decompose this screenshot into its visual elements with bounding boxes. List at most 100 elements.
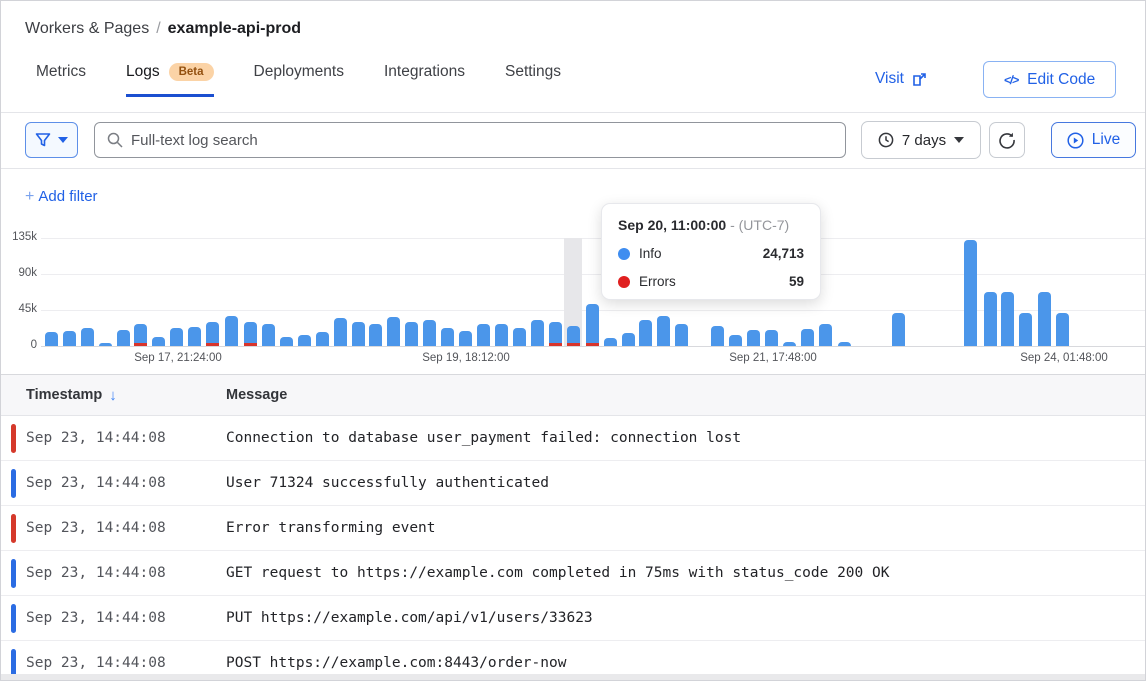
chart-bar[interactable] (984, 292, 997, 346)
search-box (94, 122, 846, 158)
add-filter-button[interactable]: +Add filter (25, 188, 98, 206)
chart-bar[interactable] (495, 324, 508, 346)
live-button[interactable]: Live (1051, 122, 1136, 158)
chart-bar[interactable] (316, 332, 329, 346)
severity-indicator-info (11, 604, 16, 633)
chart-bar[interactable] (1038, 292, 1051, 346)
chart-bar[interactable] (387, 317, 400, 346)
chart-bar[interactable] (134, 324, 147, 346)
sort-descending-icon[interactable]: ↓ (109, 387, 117, 404)
chart-bar[interactable] (783, 342, 796, 346)
chart-bar[interactable] (604, 338, 617, 346)
chart-bar[interactable] (45, 332, 58, 346)
chart-bar[interactable] (334, 318, 347, 346)
chart-tooltip: Sep 20, 11:00:00 - (UTC-7) Info 24,713 E… (601, 203, 821, 300)
chart-bar[interactable] (188, 327, 201, 346)
chart-bar-errors-segment (206, 343, 219, 346)
chart-bar[interactable] (262, 324, 275, 346)
chart-bar[interactable] (225, 316, 238, 346)
chart-bar[interactable] (81, 328, 94, 346)
refresh-button[interactable] (989, 122, 1025, 158)
chevron-down-icon (58, 137, 68, 143)
tab-integrations[interactable]: Integrations (384, 63, 465, 97)
chart-bar[interactable] (586, 304, 599, 346)
chart-bar[interactable] (765, 330, 778, 346)
chart-bar[interactable] (170, 328, 183, 346)
chart-bar[interactable] (298, 335, 311, 346)
visit-link[interactable]: Visit (875, 70, 927, 88)
x-axis-line (41, 346, 1146, 347)
chart-bar[interactable] (477, 324, 490, 346)
chart-bar[interactable] (117, 330, 130, 346)
edit-code-button[interactable]: </> Edit Code (983, 61, 1116, 98)
log-message: User 71324 successfully authenticated (201, 475, 549, 491)
filter-button[interactable] (25, 122, 78, 158)
breadcrumb-separator: / (156, 20, 160, 37)
footer-strip (1, 674, 1146, 680)
chart-bar[interactable] (819, 324, 832, 346)
chart-bar[interactable] (1056, 313, 1069, 346)
chart-bar[interactable] (513, 328, 526, 346)
table-row[interactable]: Sep 23, 14:44:08Error transforming event (1, 506, 1146, 551)
tab-metrics[interactable]: Metrics (36, 63, 86, 97)
tab-logs[interactable]: Logs Beta (126, 63, 214, 97)
search-input[interactable] (131, 132, 833, 149)
external-link-icon (912, 72, 927, 87)
tab-settings-label: Settings (505, 63, 561, 81)
log-volume-chart: 045k90k135kSep 17, 21:24:00Sep 19, 18:12… (1, 226, 1146, 374)
chart-bar[interactable] (729, 335, 742, 346)
tooltip-errors-label: Errors (639, 274, 676, 289)
tooltip-info-row: Info 24,713 (618, 246, 804, 261)
chart-bar-errors-segment (567, 343, 580, 346)
tab-bar: Metrics Logs Beta Deployments Integratio… (36, 63, 561, 97)
chart-bar[interactable] (423, 320, 436, 346)
chart-bar[interactable] (280, 337, 293, 346)
chart-bar[interactable] (1001, 292, 1014, 346)
chart-bar[interactable] (1019, 313, 1032, 346)
chart-bar[interactable] (567, 326, 580, 346)
chart-bar[interactable] (369, 324, 382, 346)
chart-bar[interactable] (531, 320, 544, 346)
chart-bar[interactable] (352, 322, 365, 346)
chart-bar[interactable] (441, 328, 454, 346)
log-message: GET request to https://example.com compl… (201, 565, 889, 581)
chart-bar[interactable] (711, 326, 724, 346)
chart-bar[interactable] (747, 330, 760, 346)
edit-code-label: Edit Code (1027, 71, 1095, 89)
chart-bar[interactable] (657, 316, 670, 346)
chart-bar[interactable] (639, 320, 652, 346)
beta-badge: Beta (169, 63, 214, 81)
chart-bar[interactable] (63, 331, 76, 346)
table-row[interactable]: Sep 23, 14:44:08Connection to database u… (1, 416, 1146, 461)
table-row[interactable]: Sep 23, 14:44:08PUT https://example.com/… (1, 596, 1146, 641)
table-body: Sep 23, 14:44:08Connection to database u… (1, 416, 1146, 681)
visit-link-label: Visit (875, 70, 904, 88)
table-row[interactable]: Sep 23, 14:44:08User 71324 successfully … (1, 461, 1146, 506)
chart-bar[interactable] (244, 322, 257, 346)
divider (1, 112, 1145, 113)
log-table: Timestamp ↓ Message Sep 23, 14:44:08Conn… (1, 374, 1146, 680)
timestamp-header-label: Timestamp (26, 387, 102, 403)
chart-bar[interactable] (99, 343, 112, 346)
message-header-label: Message (226, 387, 287, 403)
breadcrumb-section[interactable]: Workers & Pages (25, 20, 149, 37)
chart-bar[interactable] (892, 313, 905, 346)
chart-bar[interactable] (622, 333, 635, 346)
time-range-dropdown[interactable]: 7 days (861, 121, 981, 159)
chart-bar[interactable] (459, 331, 472, 346)
chart-bar[interactable] (675, 324, 688, 346)
timestamp-column-header[interactable]: Timestamp ↓ (1, 387, 201, 404)
chart-bar[interactable] (405, 322, 418, 346)
chart-bar[interactable] (838, 342, 851, 346)
workers-logs-page: Workers & Pages/example-api-prod Metrics… (0, 0, 1146, 681)
table-row[interactable]: Sep 23, 14:44:08GET request to https://e… (1, 551, 1146, 596)
chart-bar[interactable] (549, 322, 562, 346)
severity-indicator-error (11, 424, 16, 453)
tab-settings[interactable]: Settings (505, 63, 561, 97)
tab-deployments[interactable]: Deployments (254, 63, 344, 97)
chart-bar[interactable] (801, 329, 814, 346)
chart-bar[interactable] (152, 337, 165, 346)
clock-icon (878, 132, 894, 148)
chart-bar[interactable] (206, 322, 219, 346)
chart-bar[interactable] (964, 240, 977, 346)
